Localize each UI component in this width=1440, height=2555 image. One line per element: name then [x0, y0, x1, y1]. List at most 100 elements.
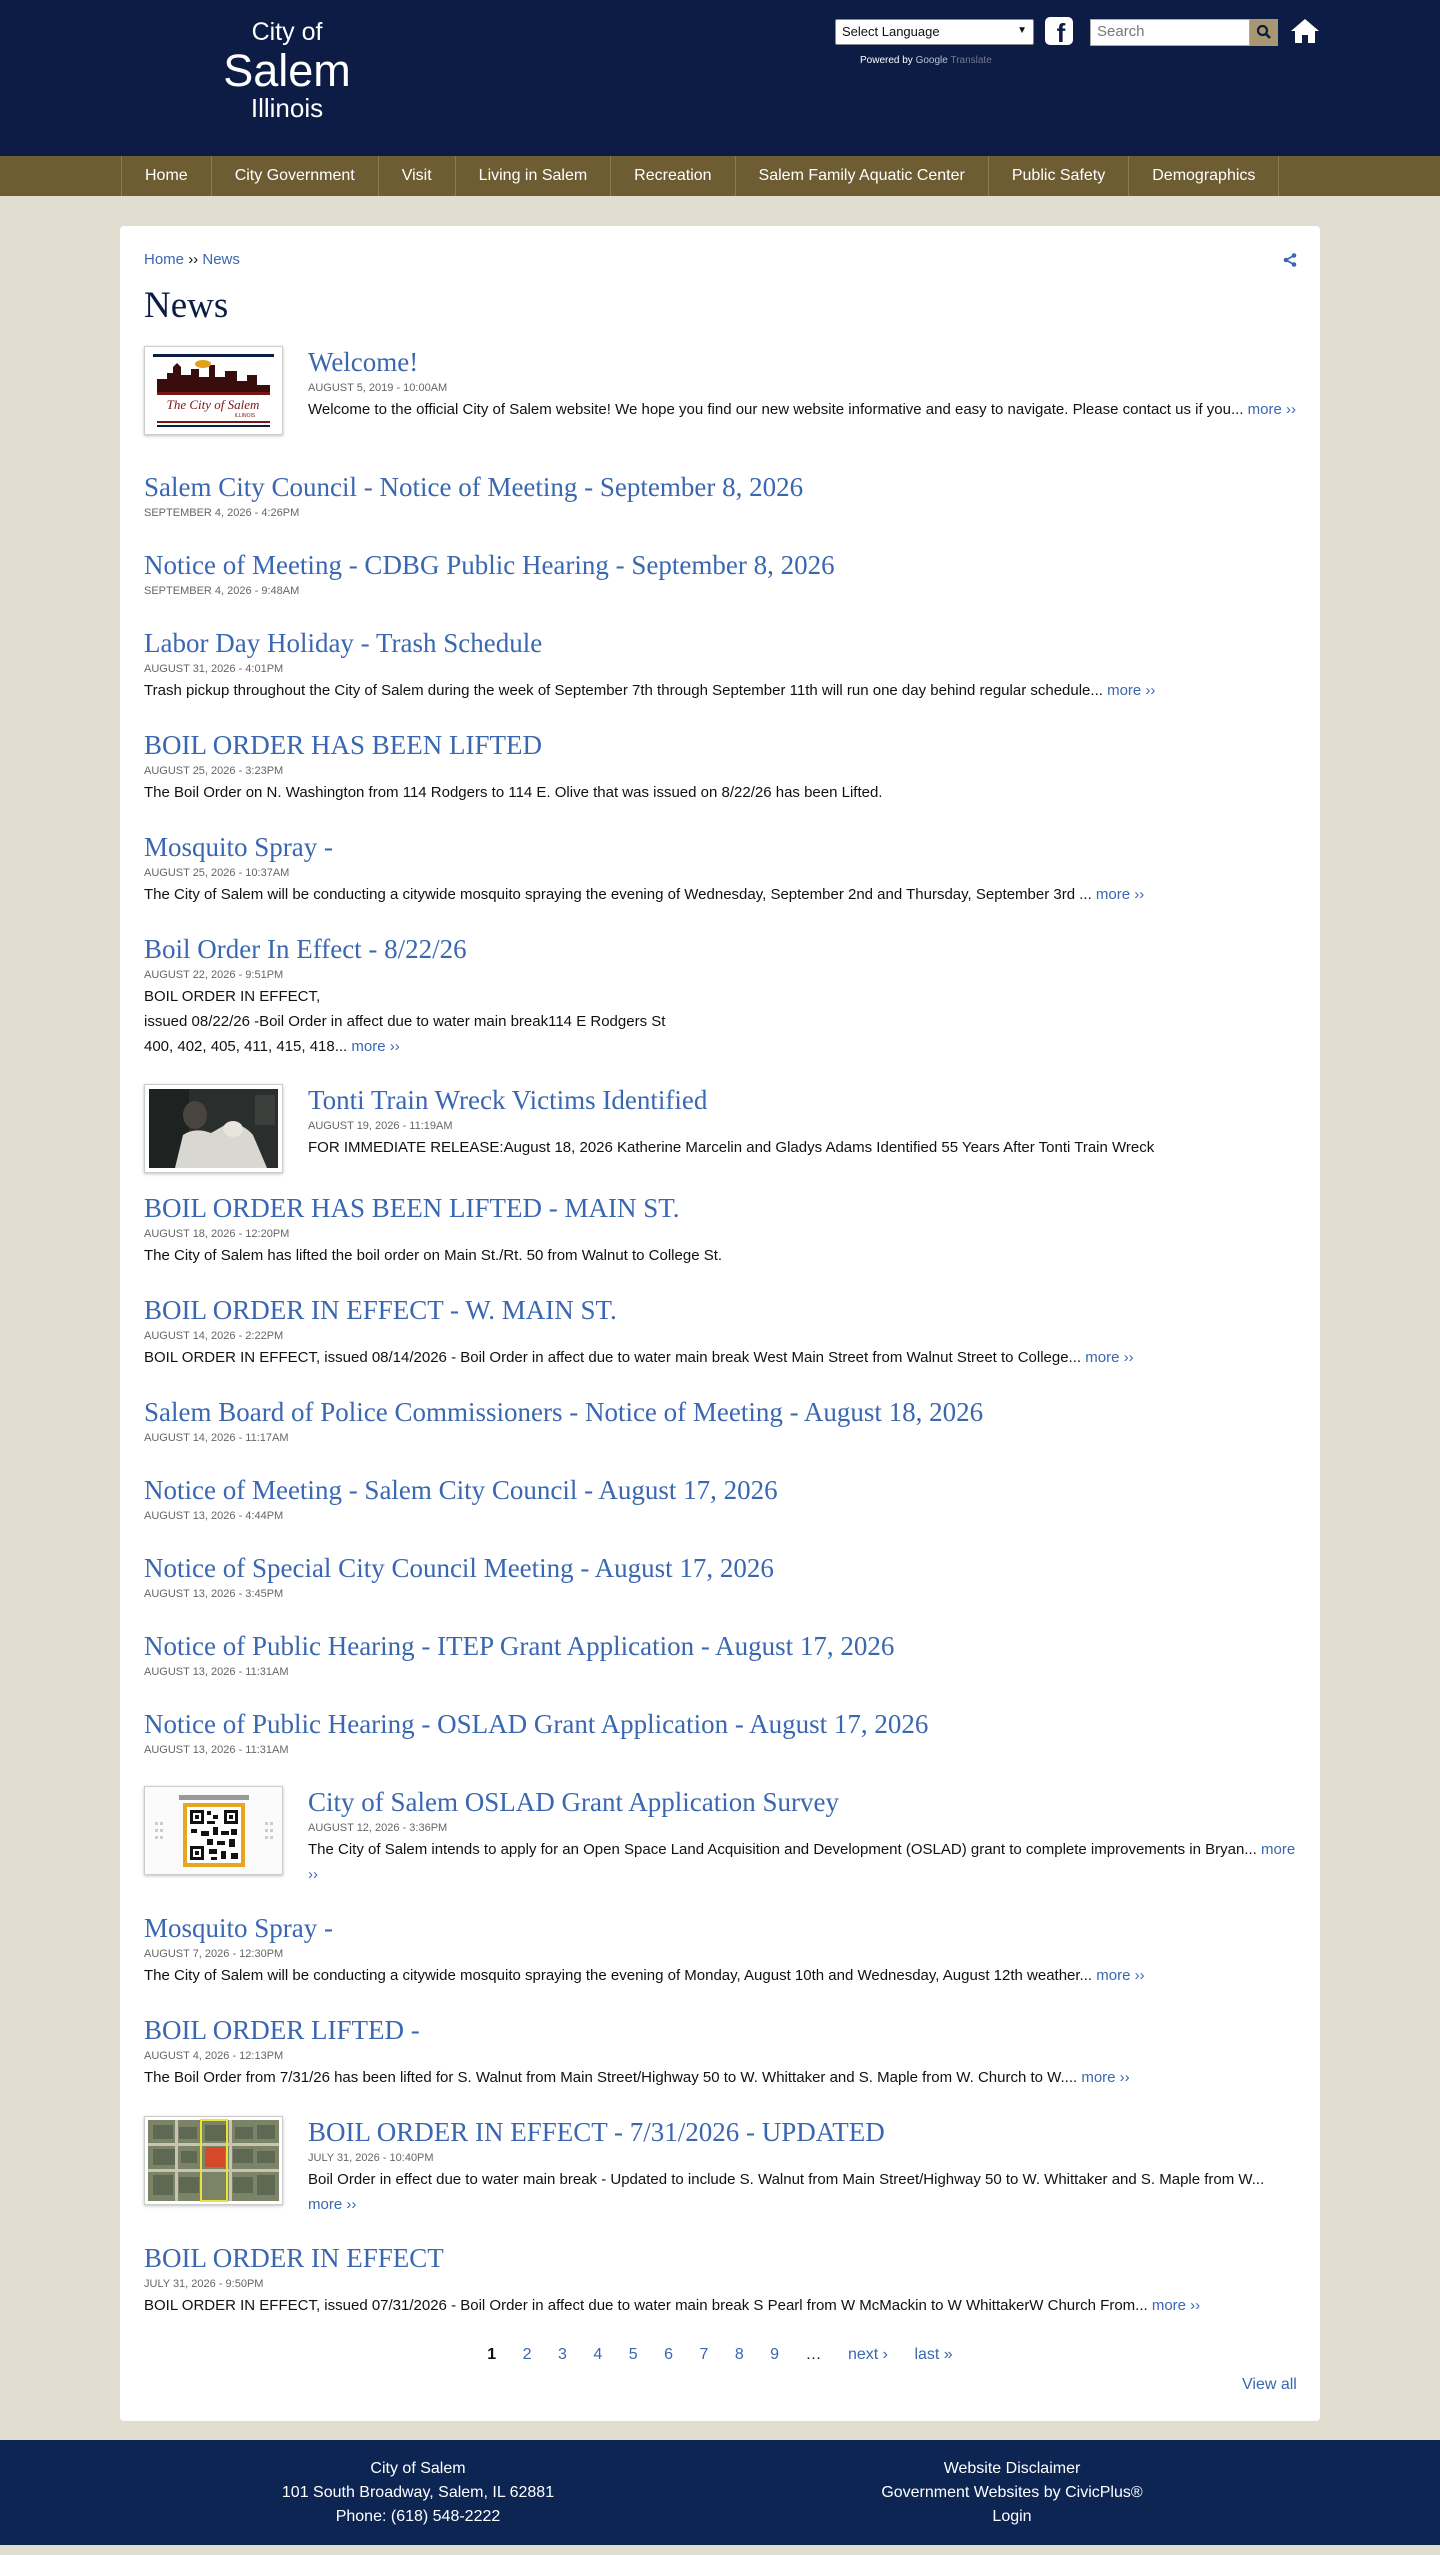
google-label: Google	[915, 55, 948, 66]
news-description: The City of Salem has lifted the boil or…	[144, 1247, 723, 1264]
news-date: August 12, 2026 - 3:36PM	[308, 1822, 448, 1834]
nav-living-in-salem[interactable]: Living in Salem	[456, 156, 612, 196]
breadcrumb-home[interactable]: Home	[144, 251, 184, 268]
search-input[interactable]: Search	[1090, 19, 1250, 46]
breadcrumb-news[interactable]: News	[202, 251, 240, 268]
translate-link[interactable]: Translate	[950, 55, 991, 66]
news-title[interactable]: City of Salem OSLAD Grant Application Su…	[308, 1786, 1298, 1818]
news-title[interactable]: BOIL ORDER IN EFFECT - 7/31/2026 - UPDAT…	[308, 2116, 1298, 2148]
news-title[interactable]: Notice of Public Hearing - ITEP Grant Ap…	[144, 1630, 1294, 1662]
news-date: August 13, 2026 - 3:45PM	[144, 1588, 284, 1600]
more-link[interactable]: more ››	[1248, 401, 1296, 418]
page-link[interactable]: 7	[699, 2346, 708, 2363]
nav-home[interactable]: Home	[122, 156, 212, 196]
last-page-link[interactable]: last »	[914, 2346, 952, 2363]
news-thumbnail-qr-code[interactable]	[144, 1786, 283, 1875]
website-disclaimer-link[interactable]: Website Disclaimer	[944, 2460, 1081, 2477]
language-select-value: Select Language	[842, 24, 940, 39]
news-title[interactable]: Mosquito Spray -	[144, 831, 1294, 863]
login-link[interactable]: Login	[992, 2508, 1031, 2525]
news-date: September 4, 2026 - 9:48AM	[144, 585, 300, 597]
page-link[interactable]: 6	[664, 2346, 673, 2363]
footer-phone: Phone: (618) 548-2222	[335, 2508, 501, 2525]
news-date: August 31, 2026 - 4:01PM	[144, 663, 284, 675]
news-item: Notice of Meeting - Salem City Council -…	[144, 1474, 1294, 1523]
news-item: BOIL ORDER HAS BEEN LIFTED August 25, 20…	[144, 729, 1294, 805]
news-date: July 31, 2026 - 10:40PM	[308, 2152, 434, 2164]
more-link[interactable]: more ››	[1107, 682, 1155, 699]
civicplus-link[interactable]: Government Websites by CivicPlus®	[881, 2484, 1142, 2501]
news-date: August 14, 2026 - 11:17AM	[144, 1432, 289, 1444]
language-select[interactable]: Select Language ▼	[835, 19, 1034, 45]
next-page-link[interactable]: next ›	[848, 2346, 888, 2363]
facebook-icon[interactable]: f	[1045, 17, 1073, 48]
nav-public-safety[interactable]: Public Safety	[989, 156, 1130, 196]
search-button[interactable]	[1250, 19, 1278, 46]
logo-line-city-of: City of	[251, 18, 323, 46]
news-date: July 31, 2026 - 9:50PM	[144, 2278, 264, 2290]
more-link[interactable]: more ››	[1081, 2069, 1129, 2086]
footer-city-name: City of Salem	[370, 2460, 466, 2477]
site-header: City of Salem Illinois Select Language ▼…	[0, 0, 1440, 156]
news-title[interactable]: Labor Day Holiday - Trash Schedule	[144, 627, 1294, 659]
news-title[interactable]: Tonti Train Wreck Victims Identified	[308, 1084, 1298, 1116]
news-item: Notice of Public Hearing - OSLAD Grant A…	[144, 1708, 1294, 1757]
nav-aquatic-center[interactable]: Salem Family Aquatic Center	[736, 156, 989, 196]
page-link[interactable]: 3	[558, 2346, 567, 2363]
news-date: August 25, 2026 - 3:23PM	[144, 765, 284, 777]
more-link[interactable]: more ››	[1096, 886, 1144, 903]
nav-city-government[interactable]: City Government	[212, 156, 379, 196]
news-title[interactable]: Notice of Special City Council Meeting -…	[144, 1552, 1294, 1584]
nav-recreation[interactable]: Recreation	[611, 156, 736, 196]
news-date: August 14, 2026 - 2:22PM	[144, 1330, 284, 1342]
page-link[interactable]: 9	[770, 2346, 779, 2363]
news-description-line: BOIL ORDER IN EFFECT,	[144, 988, 321, 1005]
news-title[interactable]: Notice of Meeting - CDBG Public Hearing …	[144, 549, 1294, 581]
logo-line-illinois: Illinois	[250, 93, 324, 123]
news-item: The City of Salem ILLINOIS Welcome! Augu…	[144, 346, 1296, 438]
news-description: The City of Salem will be conducting a c…	[144, 882, 1294, 907]
page-link[interactable]: 8	[735, 2346, 744, 2363]
site-logo[interactable]: City of Salem Illinois	[207, 18, 367, 123]
news-title[interactable]: Notice of Public Hearing - OSLAD Grant A…	[144, 1708, 1294, 1740]
page-link[interactable]: 4	[593, 2346, 602, 2363]
news-title[interactable]: BOIL ORDER HAS BEEN LIFTED - MAIN ST.	[144, 1192, 1294, 1224]
news-item: Salem Board of Police Commissioners - No…	[144, 1396, 1294, 1445]
news-date: August 25, 2026 - 10:37AM	[144, 867, 290, 879]
news-title[interactable]: Salem City Council - Notice of Meeting -…	[144, 471, 1294, 503]
more-link[interactable]: more ››	[1096, 1967, 1144, 1984]
news-thumbnail-photo[interactable]	[144, 1084, 283, 1173]
news-description-text: Trash pickup throughout the City of Sale…	[144, 682, 1103, 699]
logo-line-salem: Salem	[223, 45, 351, 96]
news-thumbnail-logo[interactable]: The City of Salem ILLINOIS	[144, 346, 283, 435]
news-title[interactable]: Welcome!	[308, 346, 1298, 378]
more-link[interactable]: more ››	[1152, 2297, 1200, 2314]
news-title[interactable]: BOIL ORDER LIFTED -	[144, 2014, 1294, 2046]
news-title[interactable]: Salem Board of Police Commissioners - No…	[144, 1396, 1294, 1428]
page-title: News	[144, 285, 229, 326]
news-title[interactable]: BOIL ORDER HAS BEEN LIFTED	[144, 729, 1294, 761]
news-item: Salem City Council - Notice of Meeting -…	[144, 471, 1294, 520]
news-title[interactable]: BOIL ORDER IN EFFECT - W. MAIN ST.	[144, 1294, 1294, 1326]
more-link[interactable]: more ››	[1085, 1349, 1133, 1366]
share-icon[interactable]	[1283, 253, 1297, 267]
view-all-link[interactable]: View all	[1242, 2376, 1297, 2394]
main-content: Home ›› News News The City of Salem ILLI…	[120, 226, 1320, 2421]
news-title[interactable]: Mosquito Spray -	[144, 1912, 1294, 1944]
nav-demographics[interactable]: Demographics	[1129, 156, 1280, 196]
more-link[interactable]: more ››	[351, 1038, 399, 1055]
news-thumbnail-map[interactable]	[144, 2116, 283, 2205]
news-title[interactable]: BOIL ORDER IN EFFECT	[144, 2242, 1294, 2274]
footer-contact: City of Salem 101 South Broadway, Salem,…	[228, 2457, 608, 2529]
nav-visit[interactable]: Visit	[379, 156, 456, 196]
news-item: BOIL ORDER IN EFFECT - 7/31/2026 - UPDAT…	[144, 2116, 1294, 2213]
home-icon[interactable]	[1289, 16, 1321, 46]
page-link[interactable]: 2	[523, 2346, 532, 2363]
news-title[interactable]: Notice of Meeting - Salem City Council -…	[144, 1474, 1294, 1506]
news-date: August 22, 2026 - 9:51PM	[144, 969, 284, 981]
page-link[interactable]: 5	[629, 2346, 638, 2363]
news-date: August 13, 2026 - 11:31AM	[144, 1666, 289, 1678]
news-title[interactable]: Boil Order In Effect - 8/22/26	[144, 933, 1294, 965]
news-description: BOIL ORDER IN EFFECT, issued 08/22/26 -B…	[144, 984, 1294, 1059]
more-link[interactable]: more ››	[308, 2196, 356, 2213]
